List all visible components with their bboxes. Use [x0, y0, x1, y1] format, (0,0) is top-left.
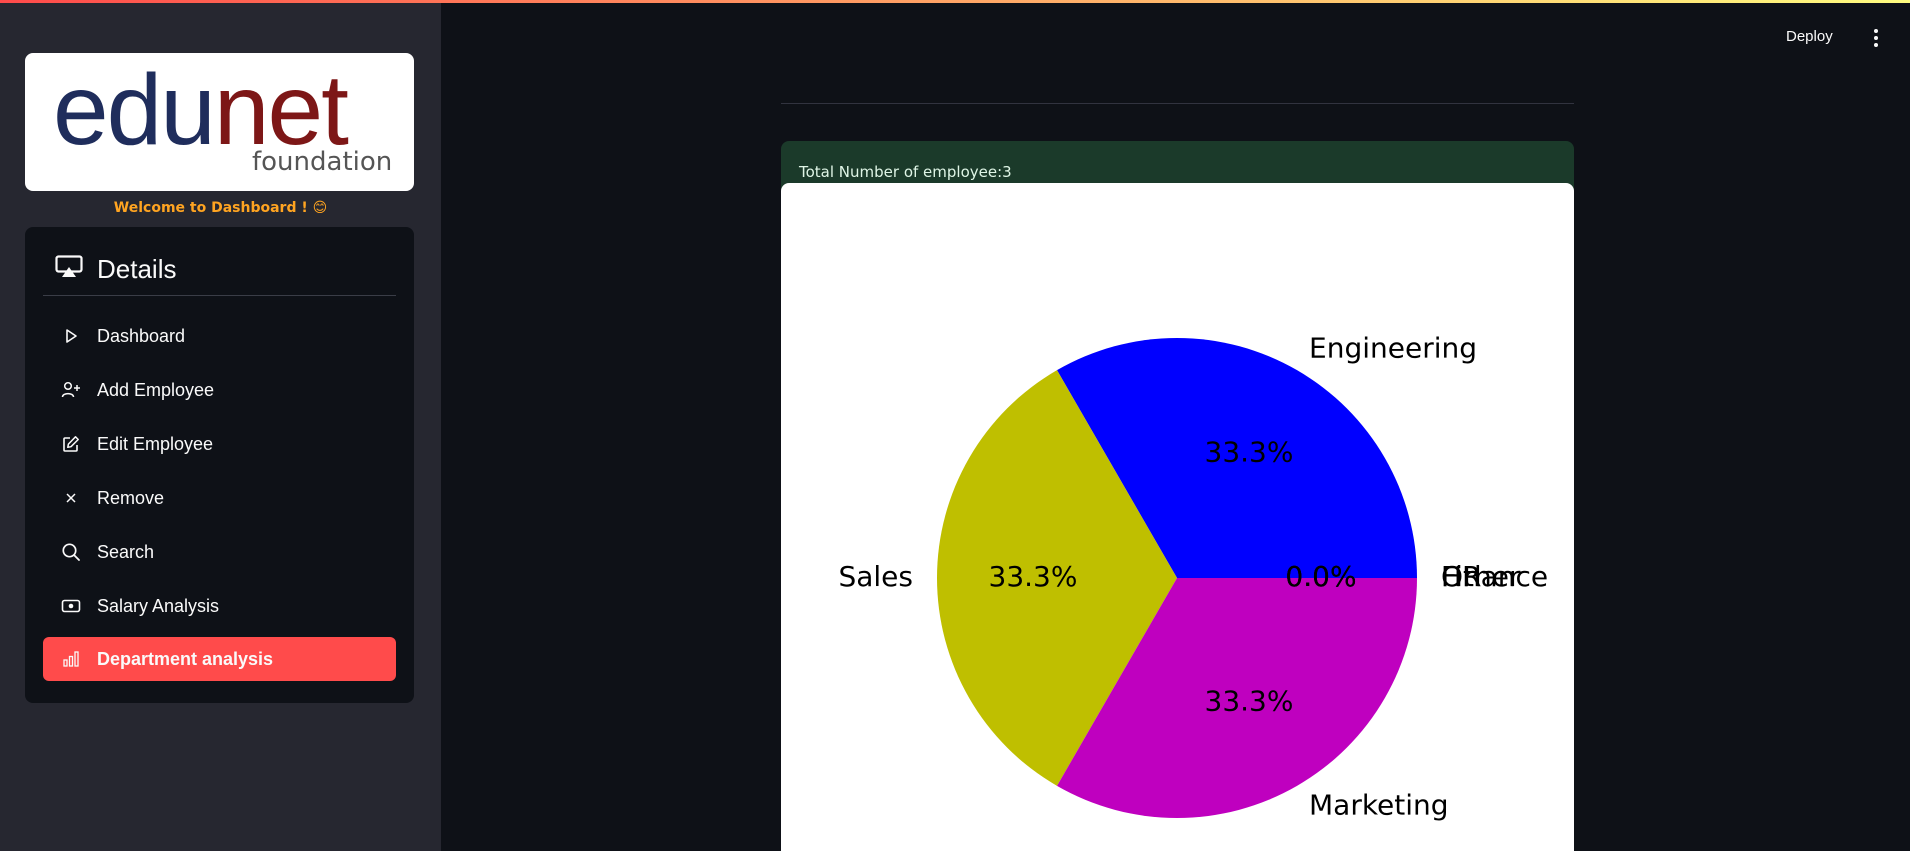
menu-header: Details [55, 251, 176, 287]
airplay-icon [55, 254, 83, 284]
pie-chart-svg: Engineering 33.3% Sales 33.3% Marketing 33.3%… [838, 331, 1548, 822]
sidebar: edunet foundation Welcome to Dashboard !… [0, 3, 441, 851]
employee-count-text: Total Number of employee:3 [799, 163, 1012, 181]
edit-icon [59, 432, 83, 456]
pie-pct-marketing: 33.3% [1205, 685, 1294, 718]
logo-subtitle: foundation [252, 147, 393, 177]
menu-item-label: Add Employee [97, 379, 215, 400]
pie-pct-sales: 33.3% [989, 560, 1078, 593]
menu-item-label: Search [97, 541, 155, 562]
menu-item-salary-analysis[interactable]: Salary Analysis [43, 584, 396, 628]
deploy-button[interactable]: Deploy [1786, 28, 1833, 45]
kebab-menu-icon[interactable] [1866, 26, 1886, 50]
close-icon [59, 486, 83, 510]
pie-pct-other: 0.0% [1285, 560, 1356, 593]
pie-pct-engineering: 33.3% [1205, 435, 1294, 468]
welcome-message: Welcome to Dashboard ! 😊 [113, 200, 328, 216]
menu-item-add-employee[interactable]: Add Employee [43, 368, 396, 412]
cash-icon [59, 594, 83, 618]
menu-item-label: Remove [97, 487, 165, 508]
pie-label-engineering: Engineering [1309, 331, 1477, 364]
search-icon [59, 540, 83, 564]
logo-text-edu: edu [53, 54, 216, 166]
menu-item-department-analysis[interactable]: Department analysis [43, 637, 396, 681]
pie-label-sales: Sales [838, 560, 913, 593]
logo: edunet foundation [25, 53, 414, 191]
menu-item-search[interactable]: Search [43, 530, 396, 574]
section-divider [781, 103, 1574, 104]
menu-title: Details [97, 253, 177, 284]
pie-label-other: Other [1441, 560, 1521, 593]
menu-item-label: Dashboard [97, 325, 186, 346]
menu-divider [43, 295, 396, 296]
menu-item-edit-employee[interactable]: Edit Employee [43, 422, 396, 466]
menu-item-remove[interactable]: Remove [43, 476, 396, 520]
bar-chart-icon [59, 647, 83, 671]
menu-item-label: Edit Employee [97, 433, 214, 454]
menu-item-dashboard[interactable]: Dashboard [43, 314, 396, 358]
pie-label-marketing: Marketing [1309, 789, 1449, 822]
option-menu: Details Dashboard Add Employee Edit Empl… [25, 227, 414, 703]
play-outline-icon [59, 324, 83, 348]
menu-item-label: Department analysis [97, 648, 274, 669]
person-add-icon [59, 378, 83, 402]
pie-chart: Engineering 33.3% Sales 33.3% Marketing 33.3%… [781, 183, 1574, 851]
menu-item-label: Salary Analysis [97, 595, 220, 616]
